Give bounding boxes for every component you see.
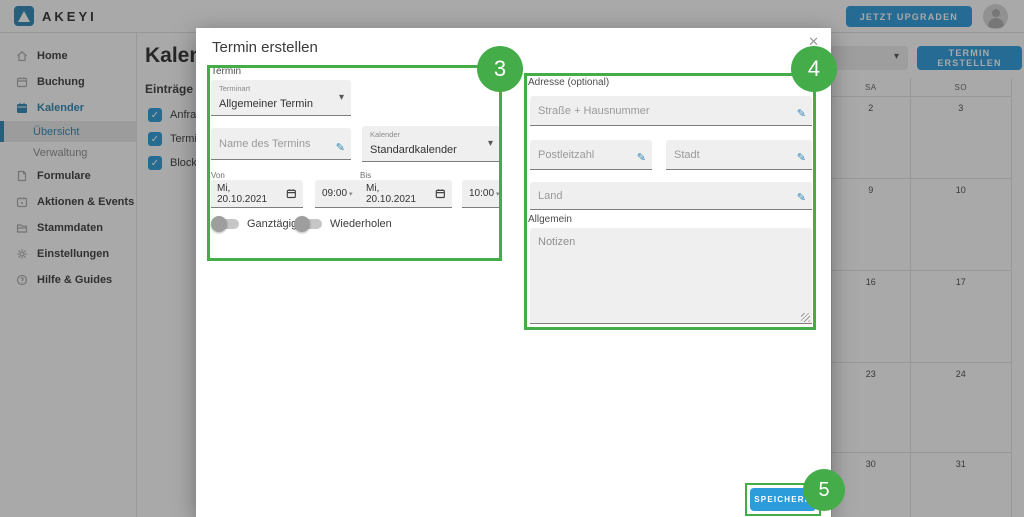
terminart-value: Allgemeiner Termin bbox=[219, 98, 313, 110]
von-label: Von bbox=[211, 171, 225, 180]
kalender-label: Kalender bbox=[370, 130, 400, 139]
annotation-step-4: 4 bbox=[791, 46, 837, 92]
adresse-section-label: Adresse (optional) bbox=[528, 77, 609, 88]
bis-label: Bis bbox=[360, 171, 371, 180]
plz-input[interactable] bbox=[530, 140, 652, 169]
annotation-step-3: 3 bbox=[477, 46, 523, 92]
wiederholen-label: Wiederholen bbox=[330, 218, 392, 230]
kalender-value: Standardkalender bbox=[370, 144, 457, 156]
modal-title: Termin erstellen bbox=[212, 39, 318, 56]
termin-name-field: ✎ bbox=[211, 128, 351, 160]
bis-time-value: 10:00 bbox=[469, 188, 494, 199]
strasse-input[interactable] bbox=[530, 96, 812, 125]
ganztaegig-toggle-row: Ganztägig bbox=[213, 218, 297, 230]
termin-name-input[interactable] bbox=[211, 128, 351, 159]
wiederholen-toggle-row: Wiederholen bbox=[296, 218, 392, 230]
chevron-down-icon: ▾ bbox=[349, 190, 353, 198]
plz-field: ✎ bbox=[530, 140, 652, 170]
von-time-picker[interactable]: 09:00 ▾ bbox=[315, 180, 361, 208]
stadt-input[interactable] bbox=[666, 140, 812, 169]
calendar-picker-icon bbox=[435, 188, 446, 199]
termin-section-label: Termin bbox=[211, 66, 241, 77]
annotation-step-5: 5 bbox=[803, 469, 845, 511]
stadt-field: ✎ bbox=[666, 140, 812, 170]
ganztaegig-label: Ganztägig bbox=[247, 218, 297, 230]
create-termin-modal: Termin erstellen ✕ Termin Terminart Allg… bbox=[196, 28, 831, 517]
ganztaegig-toggle[interactable] bbox=[213, 219, 239, 229]
terminart-select[interactable]: Terminart Allgemeiner Termin ▾ bbox=[211, 80, 351, 116]
calendar-picker-icon bbox=[286, 188, 297, 199]
strasse-field: ✎ bbox=[530, 96, 812, 126]
chevron-down-icon: ▾ bbox=[488, 138, 493, 149]
land-field: ✎ bbox=[530, 182, 812, 210]
bis-date-picker[interactable]: Mi, 20.10.2021 bbox=[360, 180, 452, 208]
von-date-value: Mi, 20.10.2021 bbox=[217, 183, 281, 205]
notizen-textarea[interactable] bbox=[530, 228, 812, 324]
bis-date-value: Mi, 20.10.2021 bbox=[366, 183, 430, 205]
kalender-select[interactable]: Kalender Standardkalender ▾ bbox=[362, 126, 500, 162]
page: AKEYI JETZT UPGRADEN Home Buchung Kalend… bbox=[0, 0, 1024, 517]
wiederholen-toggle[interactable] bbox=[296, 219, 322, 229]
terminart-label: Terminart bbox=[219, 84, 250, 93]
bis-time-picker[interactable]: 10:00 ▾ bbox=[462, 180, 502, 208]
allgemein-section-label: Allgemein bbox=[528, 214, 572, 225]
von-time-value: 09:00 bbox=[322, 188, 347, 199]
chevron-down-icon: ▾ bbox=[339, 92, 344, 103]
land-input[interactable] bbox=[530, 182, 812, 209]
von-date-picker[interactable]: Mi, 20.10.2021 bbox=[211, 180, 303, 208]
chevron-down-icon: ▾ bbox=[496, 190, 500, 198]
